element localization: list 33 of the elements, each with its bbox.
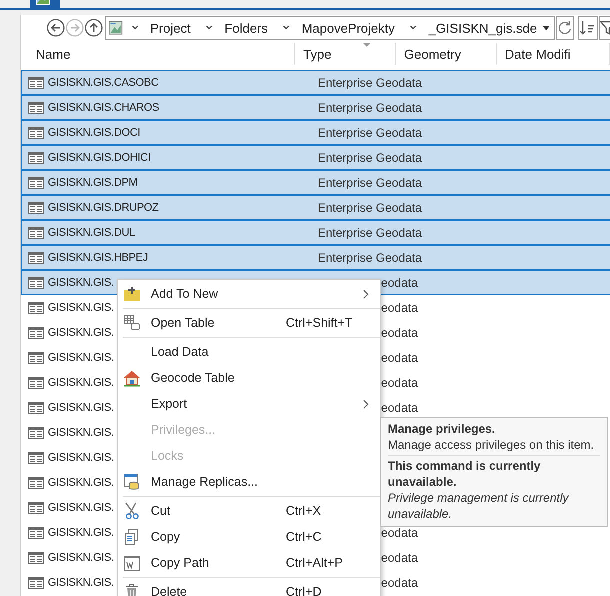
table-cell: GISISKN.GIS.: [48, 526, 114, 538]
table-cell: GISISKN.GIS.: [48, 552, 114, 564]
table-cell-text: eodata: [380, 526, 418, 540]
table-cell-text: eodata: [380, 300, 418, 314]
table-cell: GISISKN.GIS.: [48, 452, 114, 464]
table-cell: GISISKN.GIS.: [48, 476, 114, 488]
table-cell: GISISKN.GIS.: [48, 502, 114, 514]
tooltip-text: Manage access privileges on this item.: [388, 437, 596, 453]
table-cell: GISISKN.GIS.: [48, 352, 114, 364]
table-cell: GISISKN.GIS.: [48, 402, 114, 414]
table-cell-text: eodata: [380, 400, 418, 414]
tooltip-title: This command is currently unavailable.: [388, 458, 542, 490]
table-cell-text: eodata: [380, 326, 418, 340]
table-cell: GISISKN.GIS.DRUPOZ: [48, 202, 159, 214]
tooltip-text: Privilege management is currently unavailable.: [388, 490, 570, 522]
tooltip-title: Manage privileges.: [388, 421, 496, 437]
table-cell: GISISKN.GIS.DOCI: [48, 126, 140, 138]
table-cell: GISISKN.GIS.: [48, 576, 114, 588]
table-cell: GISISKN.GIS.: [48, 326, 114, 338]
table-cell: GISISKN.GIS.HBPEJ: [48, 252, 148, 264]
table-cell: GISISKN.GIS.: [48, 426, 114, 438]
table-cell: GISISKN.GIS.: [48, 276, 114, 288]
table-cell: GISISKN.GIS.CHAROS: [48, 102, 160, 114]
table-cell-text: eodata: [380, 576, 418, 590]
table-cell: GISISKN.GIS.DPM: [48, 176, 138, 188]
table-cell-text: eodata: [380, 276, 418, 290]
table-cell: GISISKN.GIS.CASOBC: [48, 76, 159, 88]
table-cell-text: eodata: [380, 350, 418, 364]
table-cell: GISISKN.GIS.DUL: [48, 226, 136, 238]
table-cell-text: eodata: [380, 376, 418, 390]
table-cell: GISISKN.GIS.DOHICI: [48, 152, 151, 164]
table-cell: GISISKN.GIS.: [48, 302, 114, 314]
table-cell: GISISKN.GIS.: [48, 376, 114, 388]
